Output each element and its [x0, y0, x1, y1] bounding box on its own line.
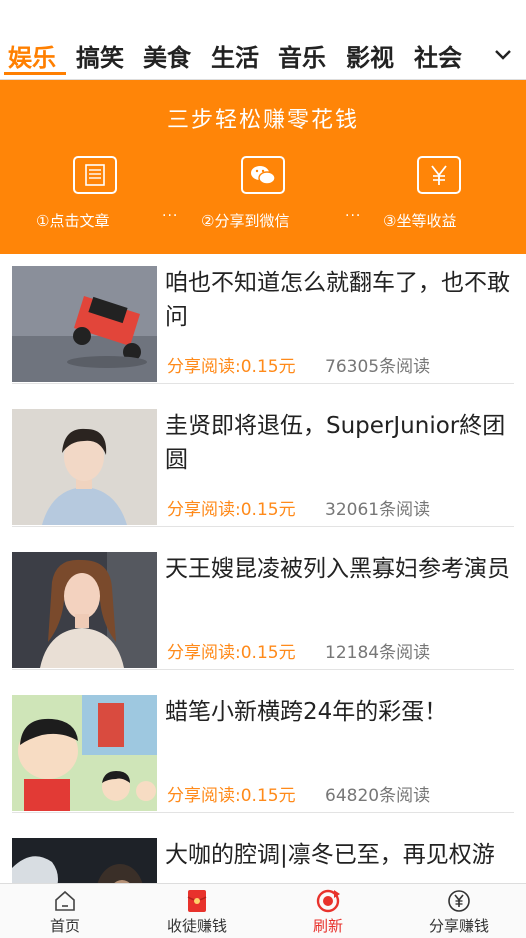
tab-entertainment[interactable]: 娱乐: [8, 38, 56, 73]
article-title: 圭贤即将退伍，SuperJunior終团圆: [165, 413, 506, 473]
article-thumbnail: [12, 409, 157, 525]
tab-music[interactable]: 音乐: [278, 38, 326, 73]
nav-recruit[interactable]: 收徒赚钱: [132, 884, 262, 938]
chevron-down-icon: [495, 50, 511, 60]
tab-funny[interactable]: 搞笑: [76, 38, 124, 73]
article-item[interactable]: 圭贤即将退伍，SuperJunior終团圆 分享阅读:0.15元 32061条阅…: [12, 397, 514, 527]
nav-home-label: 首页: [49, 917, 80, 935]
nav-home[interactable]: 首页: [0, 884, 130, 938]
nav-share-earn-label: 分享赚钱: [428, 917, 489, 935]
article-icon: [73, 156, 117, 194]
yen-icon: [417, 156, 461, 194]
tab-society[interactable]: 社会: [414, 38, 462, 73]
nav-recruit-label: 收徒赚钱: [166, 917, 227, 935]
share-reward: 分享阅读:0.15元: [167, 500, 296, 520]
home-icon: [55, 890, 75, 911]
step-separator: ···: [162, 208, 179, 224]
article-title: 咱也不知道怎么就翻车了，也不敢问: [165, 270, 510, 330]
step-3-label: ③坐等收益: [383, 212, 457, 230]
read-count: 64820条阅读: [325, 786, 431, 806]
nav-refresh-label: 刷新: [312, 917, 343, 935]
article-thumbnail: [12, 552, 157, 668]
article-item[interactable]: 天王嫂昆凌被列入黑寡妇参考演员 分享阅读:0.15元 12184条阅读: [12, 540, 514, 670]
step-separator: ···: [345, 208, 362, 224]
step-1-label: ①点击文章: [36, 212, 110, 230]
read-count: 32061条阅读: [325, 500, 431, 520]
yen-coin-icon: [448, 890, 470, 912]
refresh-icon: [316, 889, 340, 913]
share-reward: 分享阅读:0.15元: [167, 357, 296, 377]
tab-food[interactable]: 美食: [143, 38, 191, 73]
share-reward: 分享阅读:0.15元: [167, 643, 296, 663]
tab-life[interactable]: 生活: [211, 38, 259, 73]
article-title: 大咖的腔调|凛冬已至，再见权游: [165, 842, 495, 868]
red-envelope-icon: [187, 890, 207, 912]
read-count: 12184条阅读: [325, 643, 431, 663]
nav-share-earn[interactable]: 分享赚钱: [394, 884, 524, 938]
active-tab-indicator: [4, 72, 66, 75]
nav-refresh[interactable]: 刷新: [263, 884, 393, 938]
more-tabs-button[interactable]: [472, 38, 526, 76]
share-reward: 分享阅读:0.15元: [167, 786, 296, 806]
article-thumbnail: [12, 266, 157, 382]
banner-title: 三步轻松赚零花钱: [166, 108, 359, 133]
article-item[interactable]: 蜡笔小新横跨24年的彩蛋！ 分享阅读:0.15元 64820条阅读: [12, 683, 514, 813]
article-item[interactable]: 咱也不知道怎么就翻车了，也不敢问 分享阅读:0.15元 76305条阅读: [12, 254, 514, 384]
article-title: 天王嫂昆凌被列入黑寡妇参考演员: [165, 556, 510, 582]
wechat-icon: [241, 156, 285, 194]
bottom-navigation: 首页 收徒赚钱 刷新 分享赚钱: [0, 883, 526, 938]
article-thumbnail: [12, 695, 157, 811]
category-tabs: 娱乐 搞笑 美食 生活 音乐 影视 社会: [0, 0, 526, 80]
how-to-earn-banner: 三步轻松赚零花钱 ①点击文章 ··· ②分享到微信 ··· ③坐等收益: [0, 80, 526, 254]
step-2-label: ②分享到微信: [201, 212, 290, 230]
read-count: 76305条阅读: [325, 357, 431, 377]
article-title: 蜡笔小新横跨24年的彩蛋！: [165, 699, 448, 725]
tab-movies[interactable]: 影视: [346, 38, 394, 73]
